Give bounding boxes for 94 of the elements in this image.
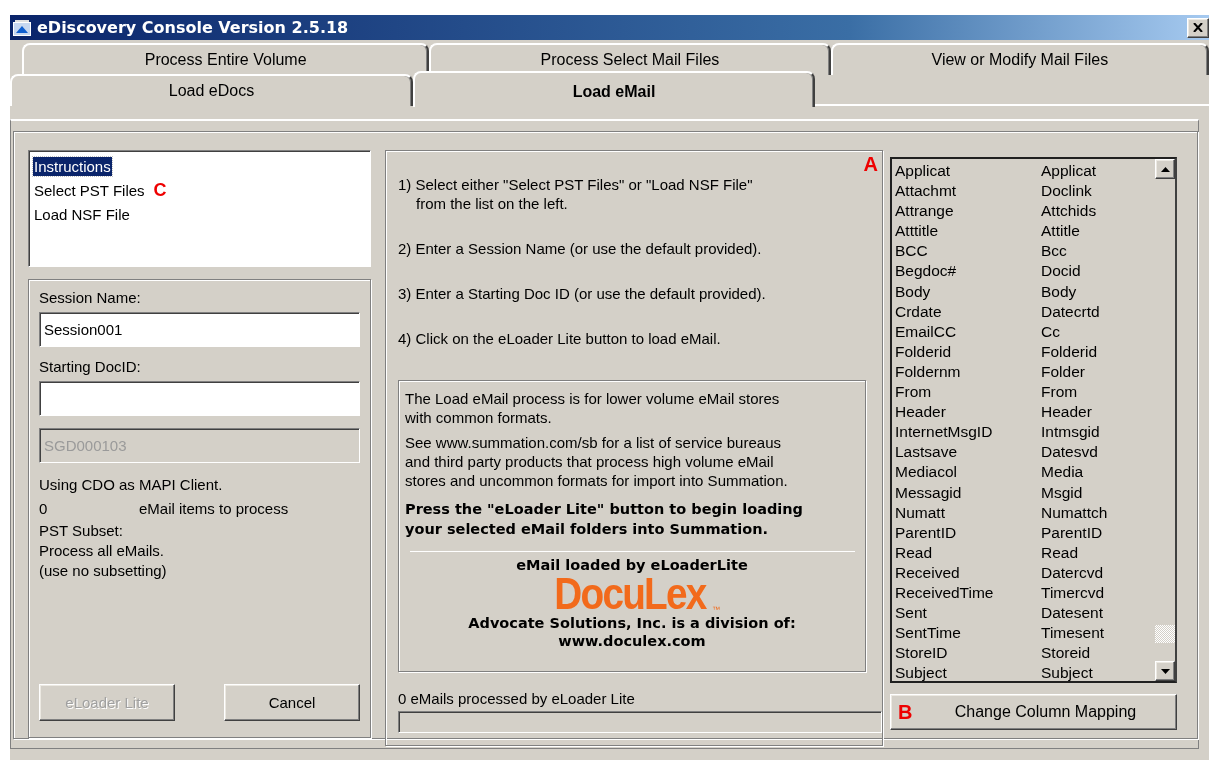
close-icon — [1193, 23, 1203, 32]
field-name[interactable]: ParentID — [895, 522, 1041, 543]
annotation-marker: B — [898, 701, 913, 724]
close-button[interactable] — [1187, 17, 1209, 38]
field-name[interactable]: Received — [895, 562, 1041, 583]
field-name[interactable]: InternetMsgID — [895, 422, 1041, 443]
column-name[interactable]: Folder — [1041, 361, 1155, 383]
item-count: 0 — [39, 500, 49, 518]
logo-text: DocuLex — [554, 574, 706, 614]
field-name[interactable]: Numatt — [895, 502, 1041, 523]
down-arrow-icon — [1160, 668, 1170, 674]
field-name[interactable]: Messagid — [895, 482, 1041, 503]
list-item[interactable]: Load NSF File — [33, 204, 131, 224]
field-name[interactable]: Begdoc# — [895, 261, 1041, 282]
subset-text: Process all eMails. — [39, 540, 166, 561]
column-name[interactable]: Timercvd — [1041, 582, 1155, 604]
info-text: The Load eMail process is for lower volume eMail stores with common formats. — [405, 389, 781, 427]
column-name[interactable]: From — [1041, 382, 1155, 403]
column-name[interactable]: Cc — [1041, 321, 1155, 342]
column-name[interactable]: Intmsgid — [1041, 422, 1155, 443]
field-name[interactable]: Lastsave — [895, 442, 1041, 463]
status-text: Using CDO as MAPI Client. — [39, 474, 224, 495]
field-name[interactable]: Sent — [895, 603, 1041, 624]
column-name[interactable]: Body — [1041, 281, 1155, 302]
tab[interactable]: Load eDocs — [10, 74, 413, 106]
column-name[interactable]: Media — [1041, 462, 1155, 483]
field-name[interactable]: EmailCC — [895, 321, 1041, 342]
column-name[interactable]: Header — [1041, 402, 1155, 423]
credit-text: Advocate Solutions, Inc. is a division of: — [468, 614, 796, 632]
field-name[interactable]: Folderid — [895, 341, 1041, 362]
column-name[interactable]: Datesent — [1041, 603, 1155, 624]
progress-label: 0 eMails processed by eLoader Lite — [398, 690, 636, 708]
instruction-step: 4) Click on the eLoader Lite button to load eMail. — [398, 329, 882, 348]
trademark-sign: ™ — [711, 605, 720, 614]
instruction-step: 1) Select either "Select PST Files" or "Load NSF File" from the list on the left. — [398, 175, 882, 213]
column-name[interactable]: Storeid — [1041, 643, 1155, 664]
credit-text: eMail loaded by eLoaderLite — [516, 556, 748, 574]
instruction-step: 2) Enter a Session Name (or use the default provided). — [398, 239, 882, 258]
scroll-up-button[interactable] — [1155, 159, 1175, 179]
instruction-step: 3) Enter a Starting Doc ID (or use the default provided). — [398, 284, 882, 303]
list-item[interactable]: Select PST Files — [33, 180, 146, 200]
up-arrow-icon — [1160, 166, 1170, 172]
column-name[interactable]: Msgid — [1041, 482, 1155, 503]
column-name[interactable]: Numattch — [1041, 502, 1155, 523]
column-name[interactable]: Datercvd — [1041, 562, 1155, 583]
subset-text: (use no subsetting) — [39, 560, 168, 581]
column-name[interactable]: Subject — [1041, 663, 1155, 684]
column-name[interactable]: Applicat — [1041, 161, 1155, 182]
column-name[interactable]: Datecrtd — [1041, 301, 1155, 322]
field-name[interactable]: Attrange — [895, 201, 1041, 222]
tab[interactable]: Process Entire Volume — [22, 43, 430, 75]
field-name[interactable]: Header — [895, 402, 1041, 423]
field-label: Session Name: — [39, 287, 142, 308]
tab[interactable]: View or Modify Mail Files — [830, 43, 1209, 75]
field-name[interactable]: ReceivedTime — [895, 582, 1041, 604]
column-name[interactable]: Timesent — [1041, 623, 1155, 644]
field-name[interactable]: StoreID — [895, 643, 1041, 664]
annotation-marker: C — [153, 179, 167, 201]
field-name[interactable]: Foldernm — [895, 361, 1041, 383]
field-name[interactable]: Mediacol — [895, 462, 1041, 483]
annotation-marker: A — [863, 153, 878, 176]
field-name[interactable]: BCC — [895, 241, 1041, 262]
scroll-down-button[interactable] — [1155, 661, 1175, 681]
column-name[interactable]: Docid — [1041, 261, 1155, 282]
info-text: See www.summation.com/sb for a list of service bureaus and third party products that process high volume eMail stores and uncommon formats for import into Summation. — [405, 433, 789, 490]
column-name[interactable]: Attchids — [1041, 201, 1155, 222]
column-name[interactable]: Attitle — [1041, 221, 1155, 242]
cancel-button[interactable]: Cancel — [224, 684, 360, 721]
field-name[interactable]: Applicat — [895, 161, 1041, 182]
column-name[interactable]: Read — [1041, 542, 1155, 563]
field-name[interactable]: From — [895, 382, 1041, 403]
field-name[interactable]: Read — [895, 542, 1041, 563]
emphasis-text: Press the "eLoader Lite" button to begin loading your selected eMail folders into Summation. — [405, 500, 804, 539]
field-name[interactable]: Crdate — [895, 301, 1041, 322]
tab[interactable]: Load eMail — [413, 71, 815, 107]
input-field[interactable] — [39, 380, 360, 416]
field-name[interactable]: Atttitle — [895, 221, 1041, 242]
input-field[interactable]: Session001 — [39, 311, 360, 347]
column-name[interactable]: Folderid — [1041, 341, 1155, 362]
field-name[interactable]: SentTime — [895, 623, 1041, 644]
field-label: Starting DocID: — [39, 356, 142, 377]
field-name[interactable]: Attachmt — [895, 181, 1041, 202]
field-name[interactable]: Subject — [895, 663, 1041, 684]
column-name[interactable]: ParentID — [1041, 522, 1155, 543]
website-text: www.doculex.com — [558, 632, 706, 650]
subset-text: PST Subset: — [39, 520, 124, 541]
field-name[interactable]: Body — [895, 281, 1041, 302]
count-label: eMail items to process — [139, 500, 289, 518]
window-title: eDiscovery Console Version 2.5.18 — [37, 18, 349, 37]
column-name[interactable]: Doclink — [1041, 181, 1155, 202]
column-name[interactable]: Bcc — [1041, 241, 1155, 262]
list-item[interactable]: Instructions — [33, 156, 112, 176]
app-icon — [13, 19, 31, 36]
column-name[interactable]: Datesvd — [1041, 442, 1155, 463]
